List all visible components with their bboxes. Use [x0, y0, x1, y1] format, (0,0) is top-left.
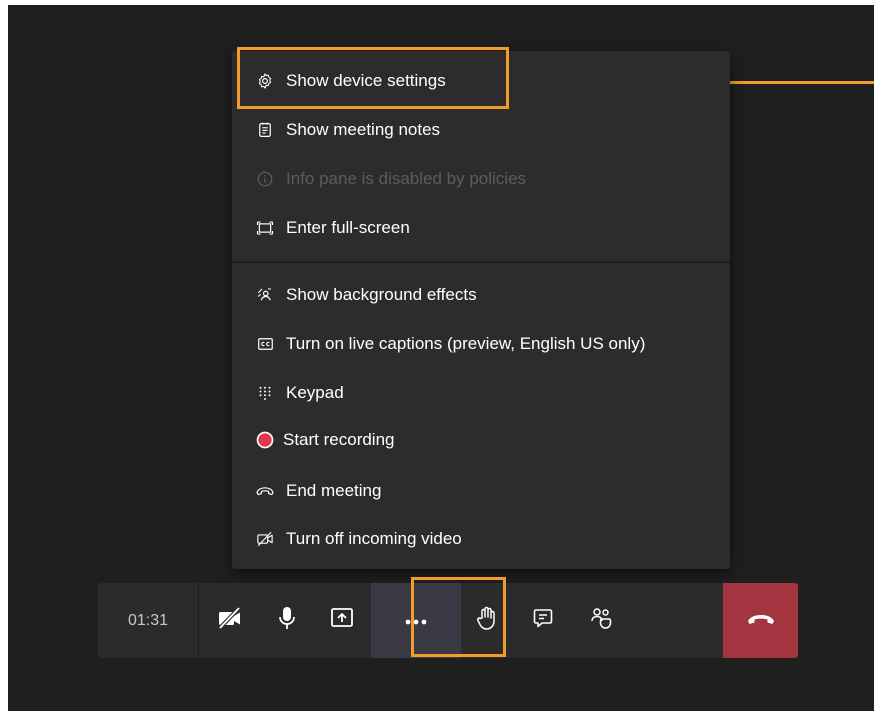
- menu-item-label: Turn off incoming video: [286, 529, 462, 548]
- menu-divider: [232, 261, 730, 263]
- menu-item-meeting-notes[interactable]: Show meeting notes: [232, 110, 730, 150]
- call-timer: 01:31: [98, 583, 199, 658]
- menu-item-label: Show meeting notes: [286, 120, 441, 139]
- menu-item-keypad[interactable]: Keypad: [232, 373, 730, 413]
- raise-hand-icon: [476, 606, 498, 635]
- menu-item-info-pane: Info pane is disabled by policies: [232, 159, 730, 199]
- notes-icon: [255, 120, 275, 140]
- menu-item-start-recording[interactable]: Start recording: [232, 420, 730, 460]
- menu-item-device-settings[interactable]: Show device settings: [232, 61, 730, 101]
- menu-item-full-screen[interactable]: Enter full-screen: [232, 208, 730, 248]
- more-options-icon: [405, 612, 427, 630]
- participants-icon: [590, 607, 612, 634]
- menu-item-live-captions[interactable]: Turn on live captions (preview, English …: [232, 324, 730, 364]
- microphone-icon: [278, 606, 296, 635]
- menu-item-label: Start recording: [283, 430, 395, 449]
- menu-item-label: Show device settings: [286, 71, 446, 90]
- more-options-button[interactable]: [371, 583, 461, 658]
- menu-item-incoming-video[interactable]: Turn off incoming video: [232, 519, 730, 559]
- hang-up-icon: [747, 612, 775, 630]
- camera-toggle-button[interactable]: [199, 583, 261, 658]
- menu-item-label: Enter full-screen: [286, 218, 410, 237]
- gear-icon: [255, 71, 275, 91]
- chat-button[interactable]: [513, 583, 573, 658]
- share-screen-button[interactable]: [313, 583, 371, 658]
- menu-item-label: Turn on live captions (preview, English …: [286, 334, 646, 353]
- keypad-icon: [255, 383, 275, 403]
- menu-item-label: Keypad: [286, 383, 344, 402]
- menu-item-label: Show background effects: [286, 285, 477, 304]
- end-meeting-icon: [255, 481, 275, 501]
- menu-item-end-meeting[interactable]: End meeting: [232, 471, 730, 511]
- menu-item-background-effects[interactable]: Show background effects: [232, 275, 730, 315]
- participants-button[interactable]: [573, 583, 629, 658]
- video-off-icon: [255, 529, 275, 549]
- raise-hand-button[interactable]: [461, 583, 513, 658]
- info-icon: [255, 169, 275, 189]
- hang-up-button[interactable]: [723, 583, 798, 658]
- menu-item-label: End meeting: [286, 481, 382, 500]
- menu-item-label: Info pane is disabled by policies: [286, 169, 527, 188]
- chat-icon: [533, 608, 553, 633]
- record-icon: [255, 430, 275, 450]
- background-effects-icon: [255, 285, 275, 305]
- captions-icon: [255, 334, 275, 354]
- microphone-button[interactable]: [261, 583, 313, 658]
- fullscreen-icon: [255, 218, 275, 238]
- share-screen-icon: [330, 607, 354, 634]
- camera-off-icon: [218, 606, 242, 634]
- meeting-toolbar: 01:31: [98, 583, 798, 658]
- more-options-menu: Show device settings Show meeting notes …: [232, 51, 730, 569]
